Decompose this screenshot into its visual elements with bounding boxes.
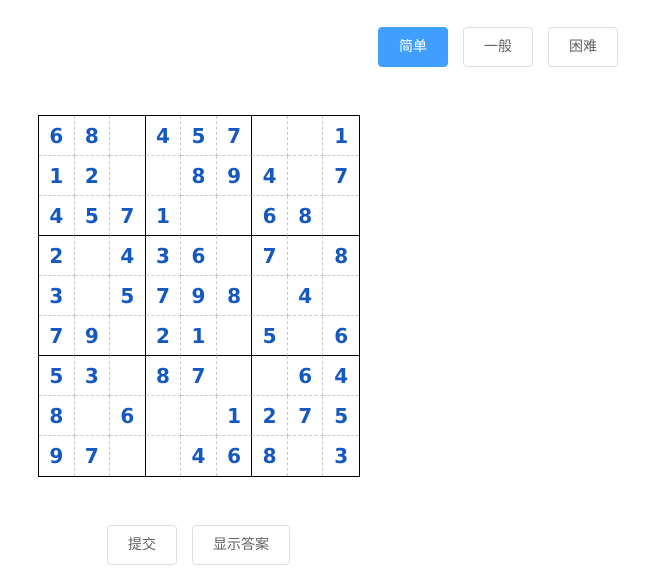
sudoku-cell-r1-c6[interactable]: 7 (216, 116, 253, 156)
sudoku-cell-r8-c7[interactable]: 2 (252, 396, 288, 436)
sudoku-board: 6845711289474571682436783579847921565387… (38, 115, 360, 477)
sudoku-cell-r4-c4[interactable]: 3 (145, 236, 182, 276)
sudoku-cell-r1-c4[interactable]: 4 (145, 116, 182, 156)
sudoku-cell-r7-c2[interactable]: 3 (74, 356, 111, 396)
sudoku-cell-r6-c4[interactable]: 2 (145, 316, 182, 356)
sudoku-cell-r4-c2[interactable] (74, 236, 111, 276)
sudoku-cell-r3-c2[interactable]: 5 (74, 196, 111, 236)
sudoku-cell-r3-c7[interactable]: 6 (252, 196, 288, 236)
sudoku-cell-r6-c9[interactable]: 6 (323, 316, 359, 356)
sudoku-cell-r7-c9[interactable]: 4 (323, 356, 359, 396)
sudoku-cell-r8-c8[interactable]: 7 (287, 396, 324, 436)
sudoku-cell-r5-c3[interactable]: 5 (110, 276, 146, 316)
sudoku-cell-r5-c6[interactable]: 8 (216, 276, 253, 316)
sudoku-cell-r5-c1[interactable]: 3 (39, 276, 75, 316)
sudoku-cell-r5-c8[interactable]: 4 (287, 276, 324, 316)
sudoku-cell-r7-c4[interactable]: 8 (145, 356, 182, 396)
sudoku-cell-r6-c7[interactable]: 5 (252, 316, 288, 356)
sudoku-cell-r5-c9[interactable] (323, 276, 359, 316)
sudoku-cell-r8-c3[interactable]: 6 (110, 396, 146, 436)
sudoku-cell-r9-c9[interactable]: 3 (323, 436, 359, 476)
sudoku-cell-r3-c1[interactable]: 4 (39, 196, 75, 236)
sudoku-cell-r2-c4[interactable] (145, 156, 182, 196)
sudoku-cell-r7-c7[interactable] (252, 356, 288, 396)
sudoku-cell-r9-c7[interactable]: 8 (252, 436, 288, 476)
sudoku-cell-r5-c5[interactable]: 9 (181, 276, 217, 316)
sudoku-cell-r4-c3[interactable]: 4 (110, 236, 146, 276)
sudoku-cell-r8-c4[interactable] (145, 396, 182, 436)
sudoku-cell-r6-c1[interactable]: 7 (39, 316, 75, 356)
sudoku-cell-r4-c6[interactable] (216, 236, 253, 276)
sudoku-cell-r8-c2[interactable] (74, 396, 111, 436)
sudoku-cell-r3-c8[interactable]: 8 (287, 196, 324, 236)
sudoku-cell-r9-c6[interactable]: 6 (217, 436, 253, 476)
sudoku-cell-r5-c2[interactable] (74, 276, 111, 316)
sudoku-cell-r9-c8[interactable] (288, 436, 324, 476)
sudoku-cell-r8-c9[interactable]: 5 (323, 396, 359, 436)
sudoku-cell-r3-c4[interactable]: 1 (145, 196, 182, 236)
sudoku-cell-r1-c3[interactable] (110, 116, 146, 156)
sudoku-cell-r8-c6[interactable]: 1 (216, 396, 253, 436)
sudoku-cell-r7-c6[interactable] (216, 356, 253, 396)
sudoku-cell-r4-c1[interactable]: 2 (39, 236, 75, 276)
sudoku-cell-r4-c7[interactable]: 7 (252, 236, 288, 276)
sudoku-cell-r4-c5[interactable]: 6 (181, 236, 217, 276)
sudoku-cell-r2-c6[interactable]: 9 (216, 156, 253, 196)
sudoku-cell-r6-c6[interactable] (216, 316, 253, 356)
sudoku-cell-r3-c6[interactable] (216, 196, 253, 236)
sudoku-cell-r7-c8[interactable]: 6 (287, 356, 324, 396)
sudoku-cell-r9-c5[interactable]: 4 (181, 436, 217, 476)
sudoku-cell-r3-c3[interactable]: 7 (110, 196, 146, 236)
sudoku-cell-r9-c1[interactable]: 9 (39, 436, 75, 476)
sudoku-cell-r6-c8[interactable] (287, 316, 324, 356)
sudoku-cell-r5-c4[interactable]: 7 (145, 276, 182, 316)
sudoku-cell-r3-c9[interactable] (323, 196, 359, 236)
sudoku-cell-r2-c9[interactable]: 7 (323, 156, 359, 196)
sudoku-cell-r8-c5[interactable] (181, 396, 217, 436)
difficulty-hard-button[interactable]: 困难 (548, 27, 618, 67)
sudoku-cell-r9-c2[interactable]: 7 (75, 436, 111, 476)
sudoku-cell-r6-c3[interactable] (110, 316, 146, 356)
sudoku-cell-r1-c8[interactable] (287, 116, 324, 156)
sudoku-cell-r1-c2[interactable]: 8 (74, 116, 111, 156)
sudoku-cell-r1-c5[interactable]: 5 (181, 116, 217, 156)
sudoku-cell-r7-c1[interactable]: 5 (39, 356, 75, 396)
sudoku-cell-r8-c1[interactable]: 8 (39, 396, 75, 436)
sudoku-cell-r7-c3[interactable] (110, 356, 146, 396)
sudoku-cell-r6-c2[interactable]: 9 (74, 316, 111, 356)
difficulty-normal-button[interactable]: 一般 (463, 27, 533, 67)
show-answer-button[interactable]: 显示答案 (192, 525, 290, 565)
difficulty-easy-button[interactable]: 简单 (378, 27, 448, 67)
sudoku-cell-r1-c7[interactable] (252, 116, 288, 156)
sudoku-cell-r2-c7[interactable]: 4 (252, 156, 288, 196)
sudoku-cell-r2-c2[interactable]: 2 (74, 156, 111, 196)
sudoku-cell-r4-c8[interactable] (287, 236, 324, 276)
sudoku-cell-r6-c5[interactable]: 1 (181, 316, 217, 356)
sudoku-cell-r1-c9[interactable]: 1 (323, 116, 359, 156)
sudoku-cell-r1-c1[interactable]: 6 (39, 116, 75, 156)
sudoku-cell-r3-c5[interactable] (181, 196, 217, 236)
sudoku-cell-r9-c3[interactable] (110, 436, 146, 476)
sudoku-cell-r2-c3[interactable] (110, 156, 146, 196)
sudoku-cell-r7-c5[interactable]: 7 (181, 356, 217, 396)
sudoku-cell-r2-c8[interactable] (287, 156, 324, 196)
sudoku-cell-r2-c1[interactable]: 1 (39, 156, 75, 196)
submit-button[interactable]: 提交 (107, 525, 177, 565)
sudoku-cell-r4-c9[interactable]: 8 (323, 236, 359, 276)
sudoku-cell-r5-c7[interactable] (252, 276, 288, 316)
sudoku-cell-r9-c4[interactable] (146, 436, 182, 476)
sudoku-cell-r2-c5[interactable]: 8 (181, 156, 217, 196)
